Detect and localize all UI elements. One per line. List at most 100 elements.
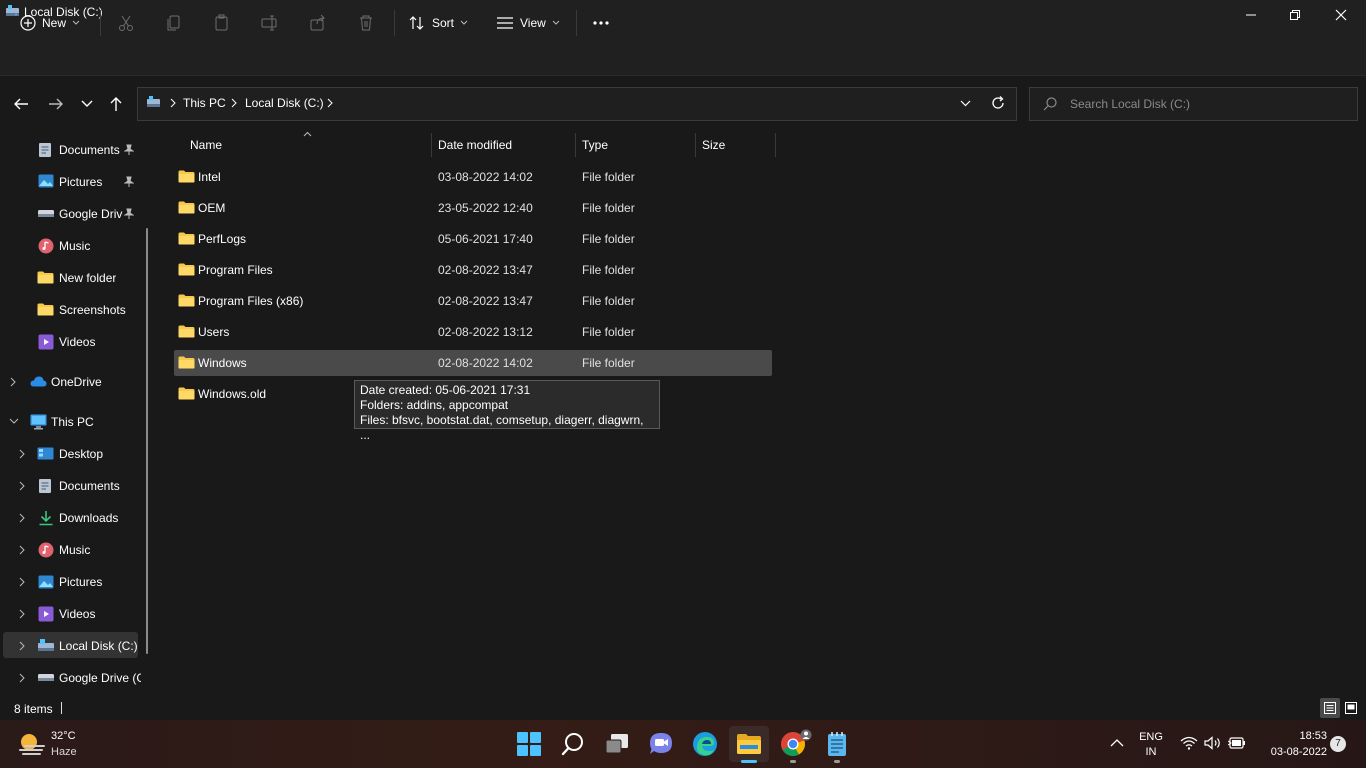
more-options-button[interactable] bbox=[592, 8, 610, 38]
delete-button[interactable] bbox=[357, 8, 375, 38]
rename-button[interactable] bbox=[261, 8, 279, 38]
details-view-button[interactable] bbox=[1320, 698, 1340, 718]
trash-icon bbox=[360, 15, 372, 31]
file-explorer-button[interactable] bbox=[729, 726, 769, 762]
table-row[interactable]: Windows 02-08-2022 14:02 File folder bbox=[174, 350, 772, 376]
column-divider[interactable] bbox=[775, 133, 776, 157]
pin-icon[interactable] bbox=[124, 176, 134, 188]
refresh-button[interactable] bbox=[991, 96, 1005, 110]
chevron-right-icon[interactable] bbox=[19, 545, 29, 555]
nav-scrollbar[interactable] bbox=[146, 228, 148, 654]
copy-button[interactable] bbox=[165, 8, 183, 38]
weather-condition[interactable]: Haze bbox=[51, 746, 77, 758]
back-button[interactable] bbox=[9, 90, 33, 118]
new-button[interactable]: New bbox=[20, 8, 80, 38]
nav-item-videos[interactable]: Videos bbox=[0, 327, 145, 357]
nav-item-documents[interactable]: Documents bbox=[0, 135, 145, 165]
edge-browser-button[interactable] bbox=[685, 726, 725, 762]
nav-item-pictures[interactable]: Pictures bbox=[0, 167, 145, 197]
pin-icon[interactable] bbox=[124, 208, 134, 220]
table-row[interactable]: Program Files 02-08-2022 13:47 File fold… bbox=[174, 257, 772, 283]
nav-item-pc-videos[interactable]: Videos bbox=[0, 599, 145, 629]
chevron-right-icon[interactable] bbox=[327, 98, 333, 108]
recent-locations-button[interactable] bbox=[75, 90, 99, 118]
paste-button[interactable] bbox=[213, 8, 231, 38]
table-row[interactable]: PerfLogs 05-06-2021 17:40 File folder bbox=[174, 226, 772, 252]
breadcrumb-local-disk[interactable]: Local Disk (C:) bbox=[245, 96, 324, 110]
large-icons-view-button[interactable] bbox=[1341, 698, 1361, 718]
chevron-down-icon[interactable] bbox=[9, 418, 19, 428]
address-history-dropdown[interactable] bbox=[960, 100, 971, 107]
nav-item-pc-pictures[interactable]: Pictures bbox=[0, 567, 145, 597]
chevron-right-icon[interactable] bbox=[19, 449, 29, 459]
cut-button[interactable] bbox=[117, 8, 135, 38]
show-hidden-icons-button[interactable] bbox=[1110, 738, 1124, 747]
chevron-right-icon[interactable] bbox=[231, 98, 237, 108]
restore-button[interactable] bbox=[1272, 0, 1318, 30]
divider bbox=[61, 702, 62, 714]
nav-item-new-folder[interactable]: New folder bbox=[0, 263, 145, 293]
table-row[interactable]: Users 02-08-2022 13:12 File folder bbox=[174, 319, 772, 345]
column-header-date[interactable]: Date modified bbox=[438, 138, 512, 152]
chevron-right-icon[interactable] bbox=[10, 377, 20, 387]
nav-item-screenshots[interactable]: Screenshots bbox=[0, 295, 145, 325]
table-row[interactable]: Program Files (x86) 02-08-2022 13:47 Fil… bbox=[174, 288, 772, 314]
wifi-icon[interactable] bbox=[1180, 736, 1198, 750]
nav-item-local-disk[interactable]: Local Disk (C:) bbox=[0, 631, 145, 661]
column-divider[interactable] bbox=[575, 133, 576, 157]
weather-icon[interactable] bbox=[16, 730, 46, 758]
chevron-right-icon[interactable] bbox=[170, 98, 176, 108]
view-button[interactable]: View bbox=[496, 8, 560, 38]
item-count: 8 items bbox=[14, 702, 53, 716]
chevron-right-icon[interactable] bbox=[19, 481, 29, 491]
chevron-right-icon[interactable] bbox=[19, 577, 29, 587]
volume-icon[interactable] bbox=[1204, 736, 1222, 750]
nav-item-pc-music[interactable]: Music bbox=[0, 535, 145, 565]
table-row[interactable]: Intel 03-08-2022 14:02 File folder bbox=[174, 164, 772, 190]
nav-item-google-drive-g[interactable]: Google Drive (G bbox=[0, 663, 145, 693]
sort-button[interactable]: Sort bbox=[408, 8, 468, 38]
chevron-right-icon[interactable] bbox=[19, 513, 29, 523]
nav-item-downloads[interactable]: Downloads bbox=[0, 503, 145, 533]
nav-item-google-drive[interactable]: Google Drive bbox=[0, 199, 145, 229]
documents-icon bbox=[38, 142, 54, 158]
file-date: 05-06-2021 17:40 bbox=[438, 232, 533, 246]
nav-item-onedrive[interactable]: OneDrive bbox=[0, 367, 145, 397]
clock-date[interactable]: 03-08-2022 bbox=[1255, 746, 1327, 758]
file-date: 02-08-2022 13:12 bbox=[438, 325, 533, 339]
start-button[interactable] bbox=[509, 726, 549, 762]
battery-charging-icon[interactable] bbox=[1228, 737, 1246, 749]
column-header-size[interactable]: Size bbox=[702, 138, 725, 152]
notification-badge[interactable]: 7 bbox=[1330, 736, 1346, 752]
close-button[interactable] bbox=[1318, 0, 1364, 30]
nav-item-this-pc[interactable]: This PC bbox=[0, 407, 145, 437]
table-row[interactable]: OEM 23-05-2022 12:40 File folder bbox=[174, 195, 772, 221]
language-indicator[interactable]: ENG bbox=[1137, 731, 1165, 743]
pin-icon[interactable] bbox=[124, 144, 134, 156]
column-header-name[interactable]: Name bbox=[190, 138, 222, 152]
search-button[interactable] bbox=[553, 726, 593, 762]
close-icon bbox=[1335, 9, 1347, 21]
nav-item-pc-documents[interactable]: Documents bbox=[0, 471, 145, 501]
folder-icon bbox=[178, 263, 195, 276]
chevron-right-icon[interactable] bbox=[19, 609, 29, 619]
region-indicator[interactable]: IN bbox=[1137, 746, 1165, 758]
minimize-button[interactable] bbox=[1228, 0, 1274, 30]
forward-button[interactable] bbox=[44, 90, 68, 118]
up-button[interactable] bbox=[104, 90, 128, 118]
chevron-right-icon[interactable] bbox=[19, 673, 29, 683]
breadcrumb-this-pc[interactable]: This PC bbox=[183, 96, 226, 110]
nav-item-music[interactable]: Music bbox=[0, 231, 145, 261]
file-name: Windows.old bbox=[198, 387, 267, 401]
weather-temperature[interactable]: 32°C bbox=[51, 730, 76, 742]
clock-time[interactable]: 18:53 bbox=[1255, 730, 1327, 742]
nav-item-desktop[interactable]: Desktop bbox=[0, 439, 145, 469]
task-view-button[interactable] bbox=[597, 726, 637, 762]
chevron-right-icon[interactable] bbox=[19, 641, 29, 651]
notepad-button[interactable] bbox=[817, 726, 857, 762]
column-header-type[interactable]: Type bbox=[582, 138, 608, 152]
share-button[interactable] bbox=[309, 8, 327, 38]
teams-chat-button[interactable] bbox=[641, 726, 681, 762]
column-divider[interactable] bbox=[695, 133, 696, 157]
column-divider[interactable] bbox=[431, 133, 432, 157]
